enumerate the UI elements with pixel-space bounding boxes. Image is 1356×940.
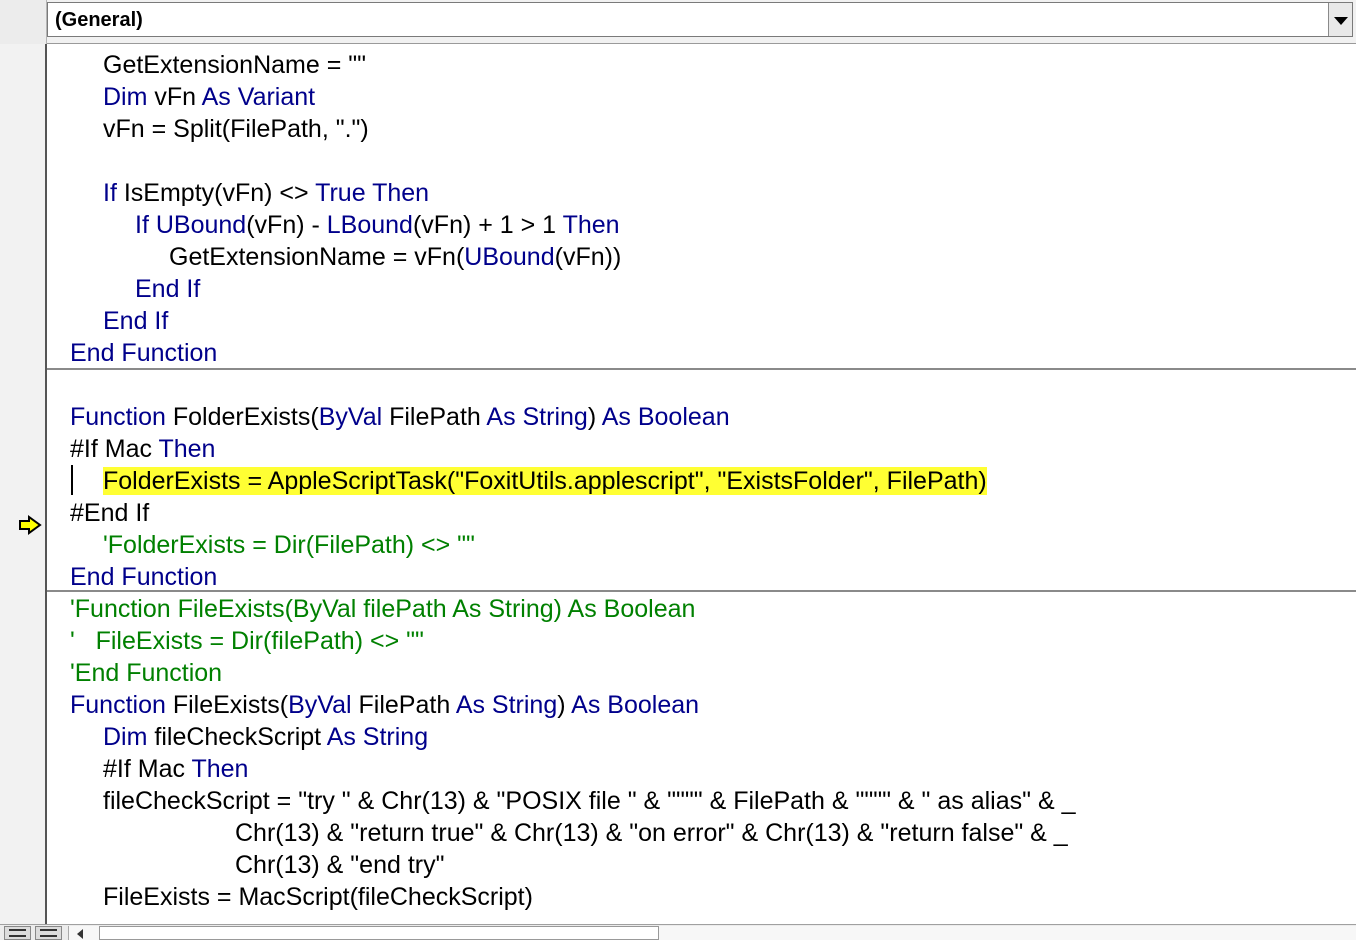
code-line[interactable]: 'End Function	[70, 657, 222, 689]
text-cursor	[71, 465, 73, 495]
code-line[interactable]: ' FileExists = Dir(filePath) <> ""	[70, 625, 424, 657]
full-module-view-button[interactable]	[35, 926, 62, 940]
execution-pointer-icon	[19, 515, 42, 535]
code-line[interactable]: End Function	[70, 337, 217, 369]
current-statement-highlight: FolderExists = AppleScriptTask("FoxitUti…	[103, 467, 987, 495]
code-line[interactable]: FileExists = MacScript(fileCheckScript)	[103, 881, 533, 913]
procedure-dropdown-value: (General)	[55, 9, 143, 31]
procedure-separator	[47, 368, 1356, 370]
lines-icon	[9, 929, 26, 937]
code-line[interactable]: 'FolderExists = Dir(FilePath) <> ""	[103, 529, 475, 561]
scrollbar-thumb[interactable]	[99, 926, 659, 940]
code-line[interactable]: Chr(13) & "end try"	[235, 849, 445, 881]
code-line[interactable]: fileCheckScript = "try " & Chr(13) & "PO…	[103, 785, 1075, 817]
code-line[interactable]: Chr(13) & "return true" & Chr(13) & "on …	[235, 817, 1068, 849]
horizontal-scrollbar[interactable]	[68, 926, 1356, 940]
code-line[interactable]: Dim fileCheckScript As String	[103, 721, 428, 753]
code-line[interactable]: If IsEmpty(vFn) <> True Then	[103, 177, 429, 209]
code-line[interactable]: Function FileExists(ByVal FilePath As St…	[70, 689, 699, 721]
procedure-dropdown[interactable]: (General)	[47, 2, 1353, 37]
code-window-footer	[0, 924, 1356, 940]
code-line[interactable]: 'Function FileExists(ByVal filePath As S…	[70, 593, 695, 625]
code-line[interactable]: GetExtensionName = vFn(UBound(vFn))	[169, 241, 621, 273]
code-editor[interactable]: GetExtensionName = "" Dim vFn As Variant…	[47, 44, 1356, 924]
code-line[interactable]: #End If	[70, 497, 149, 529]
procedure-separator	[47, 590, 1356, 592]
code-line[interactable]: Dim vFn As Variant	[103, 81, 315, 113]
code-line[interactable]: Function FolderExists(ByVal FilePath As …	[70, 401, 730, 433]
code-line[interactable]: If UBound(vFn) - LBound(vFn) + 1 > 1 The…	[135, 209, 620, 241]
margin-indicator-bar[interactable]	[0, 44, 47, 924]
code-line[interactable]: End Function	[70, 561, 217, 593]
header-left-strip	[0, 0, 47, 44]
code-window-header: (General)	[0, 0, 1356, 44]
code-line[interactable]: GetExtensionName = ""	[103, 49, 366, 81]
code-line[interactable]: End If	[103, 305, 168, 337]
code-line[interactable]: End If	[135, 273, 200, 305]
scroll-left-icon[interactable]	[77, 929, 83, 939]
procedure-dropdown-button[interactable]	[1328, 3, 1352, 36]
code-line[interactable]: #If Mac Then	[103, 753, 248, 785]
code-line[interactable]: #If Mac Then	[70, 433, 215, 465]
lines-icon	[40, 929, 57, 937]
procedure-view-button[interactable]	[4, 926, 31, 940]
code-line[interactable]: vFn = Split(FilePath, ".")	[103, 113, 369, 145]
chevron-down-icon	[1334, 17, 1348, 25]
code-line-current[interactable]: FolderExists = AppleScriptTask("FoxitUti…	[103, 465, 987, 497]
